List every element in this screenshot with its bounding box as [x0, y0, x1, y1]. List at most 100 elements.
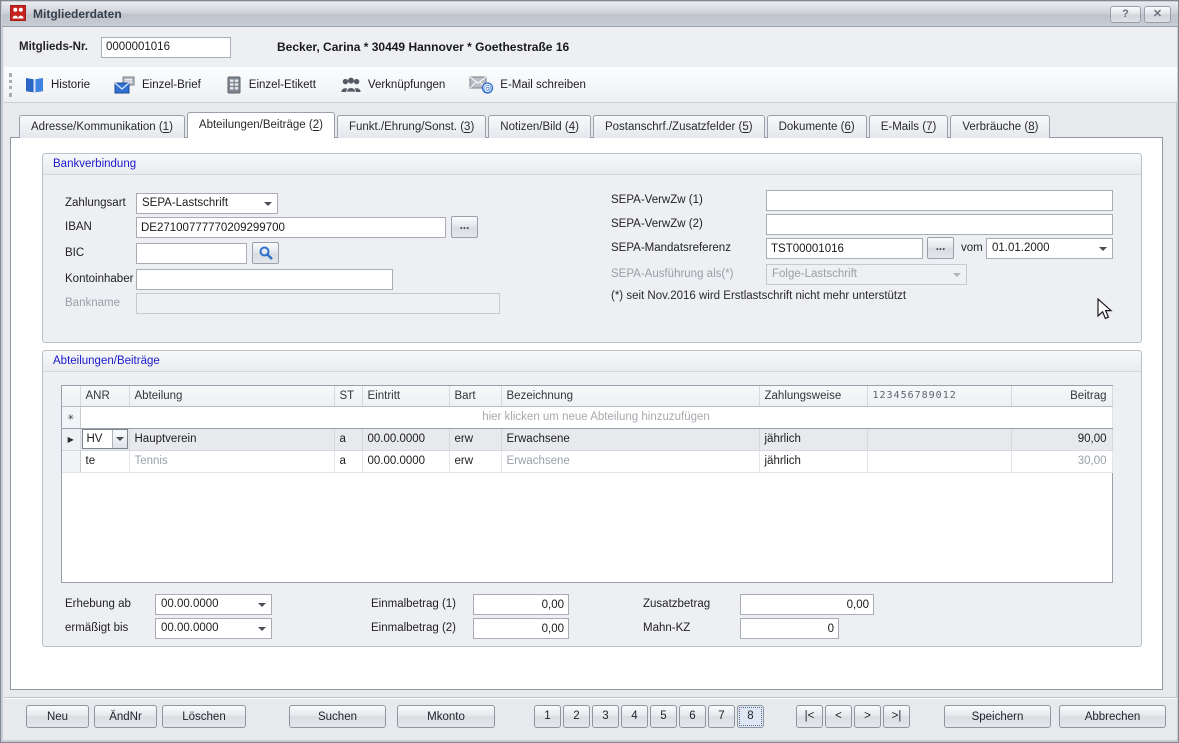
- tab-page-abteilungen-beitraege: Bankverbindung Zahlungsart SEPA-Lastschr…: [10, 137, 1163, 690]
- cell-bart: erw: [449, 428, 501, 450]
- einzel-etikett-button[interactable]: Einzel-Etikett: [225, 75, 316, 94]
- nav-last-button[interactable]: >|: [883, 705, 910, 728]
- einmalbetrag1-input[interactable]: [473, 594, 569, 615]
- bic-search-button[interactable]: [252, 242, 279, 264]
- mkonto-button[interactable]: Mkonto: [397, 705, 495, 728]
- column-header-abteilung[interactable]: Abteilung: [129, 386, 334, 406]
- zahlungsart-select[interactable]: SEPA-Lastschrift: [136, 193, 278, 214]
- page-7-button[interactable]: 7: [708, 705, 735, 728]
- tab-funkt-ehrung-sonst[interactable]: Funkt./Ehrung/Sonst. (3): [337, 115, 486, 138]
- column-header-eintritt[interactable]: Eintritt: [362, 386, 449, 406]
- chevron-down-icon: [264, 202, 272, 206]
- iban-browse-button[interactable]: ...: [451, 216, 478, 238]
- neu-button[interactable]: Neu: [26, 705, 89, 728]
- cell-st: a: [334, 428, 362, 450]
- page-1-button[interactable]: 1: [534, 705, 561, 728]
- email-schreiben-button[interactable]: @ E-Mail schreiben: [469, 75, 586, 94]
- nav-prev-button[interactable]: <: [825, 705, 852, 728]
- erhebung-ab-select[interactable]: 00.00.0000: [155, 594, 272, 615]
- abteilungen-table: ANR Abteilung ST Eintritt Bart Bezeichnu…: [61, 385, 1113, 583]
- column-header-monate[interactable]: 123456789012: [867, 386, 1011, 406]
- cell-eintritt: 00.00.0000: [362, 428, 449, 450]
- mandat-vom-date-select[interactable]: 01.01.2000: [986, 238, 1113, 259]
- toolbar-item-label: Historie: [51, 79, 90, 91]
- page-2-button[interactable]: 2: [563, 705, 590, 728]
- sepa-ausfuehrung-select: Folge-Lastschrift: [766, 264, 967, 285]
- titlebar[interactable]: Mitgliederdaten ? ✕: [2, 2, 1179, 27]
- column-header-anr[interactable]: ANR: [80, 386, 129, 406]
- vom-label: vom: [961, 238, 983, 258]
- verknuepfungen-button[interactable]: Verknüpfungen: [340, 75, 445, 94]
- tab-emails[interactable]: E-Mails (7): [869, 115, 949, 138]
- row-selector-header: [62, 386, 80, 406]
- anr-cell-select[interactable]: HV: [82, 429, 128, 449]
- zusatzbetrag-input[interactable]: [740, 594, 874, 615]
- tab-adresse-kommunikation[interactable]: Adresse/Kommunikation (1): [19, 115, 185, 138]
- loeschen-button[interactable]: Löschen: [162, 705, 246, 728]
- sepa-note: (*) seit Nov.2016 wird Erstlastschrift n…: [611, 290, 906, 302]
- chevron-down-icon: [258, 627, 266, 631]
- toolbar-grip[interactable]: [9, 73, 12, 97]
- iban-input[interactable]: [136, 217, 446, 238]
- tab-verbraeuche[interactable]: Verbräuche (8): [950, 115, 1050, 138]
- chevron-down-icon: [953, 273, 961, 277]
- new-row[interactable]: ✳ hier klicken um neue Abteilung hinzuzu…: [62, 406, 1112, 428]
- einmalbetrag2-input[interactable]: [473, 618, 569, 639]
- historie-button[interactable]: Historie: [24, 75, 90, 94]
- abteilungen-group-title: Abteilungen/Beiträge: [43, 351, 1141, 372]
- column-header-bezeichnung[interactable]: Bezeichnung: [501, 386, 759, 406]
- einzel-brief-button[interactable]: Einzel-Brief: [114, 75, 201, 94]
- chevron-down-icon: [1099, 247, 1107, 251]
- new-row-icon: ✳: [67, 413, 74, 422]
- suchen-button[interactable]: Suchen: [289, 705, 386, 728]
- sepa-mandatsreferenz-input[interactable]: [766, 238, 923, 259]
- aendnr-button[interactable]: ÄndNr: [94, 705, 157, 728]
- tab-abteilungen-beitraege[interactable]: Abteilungen/Beiträge (2): [187, 112, 335, 138]
- member-no-label: Mitglieds-Nr.: [19, 41, 88, 53]
- help-button[interactable]: ?: [1110, 6, 1141, 23]
- ermaessigt-bis-select[interactable]: 00.00.0000: [155, 618, 272, 639]
- cell-monate: [867, 428, 1011, 450]
- member-no-input[interactable]: [101, 37, 231, 58]
- bankverbindung-group: Bankverbindung Zahlungsart SEPA-Lastschr…: [42, 153, 1142, 343]
- nav-next-button[interactable]: >: [854, 705, 881, 728]
- tab-dokumente[interactable]: Dokumente (6): [767, 115, 867, 138]
- ermaessigt-bis-label: ermäßigt bis: [65, 618, 128, 638]
- mandatsreferenz-browse-button[interactable]: ...: [927, 237, 954, 259]
- abteilungen-beitraege-group: Abteilungen/Beiträge ANR Abteilung ST Ei…: [42, 350, 1142, 647]
- tab-postanschrf-zusatzfelder[interactable]: Postanschrf./Zusatzfelder (5): [593, 115, 765, 138]
- tab-notizen-bild[interactable]: Notizen/Bild (4): [488, 115, 591, 138]
- abbrechen-button[interactable]: Abbrechen: [1059, 705, 1166, 728]
- cell-eintritt: 00.00.0000: [362, 450, 449, 472]
- single-letter-icon: [114, 76, 136, 94]
- page-4-button[interactable]: 4: [621, 705, 648, 728]
- page-5-button[interactable]: 5: [650, 705, 677, 728]
- page-6-button[interactable]: 6: [679, 705, 706, 728]
- chevron-down-icon[interactable]: [112, 430, 127, 448]
- bankname-label: Bankname: [65, 293, 120, 313]
- cell-beitrag: 30,00: [1011, 450, 1112, 472]
- column-header-bart[interactable]: Bart: [449, 386, 501, 406]
- nav-first-button[interactable]: |<: [796, 705, 823, 728]
- close-button[interactable]: ✕: [1144, 6, 1171, 23]
- cell-st: a: [334, 450, 362, 472]
- bic-input[interactable]: [136, 243, 247, 264]
- column-header-beitrag[interactable]: Beitrag: [1011, 386, 1112, 406]
- kontoinhaber-label: Kontoinhaber: [65, 269, 133, 289]
- table-row[interactable]: te Tennis a 00.00.0000 erw Erwachsene jä…: [62, 450, 1112, 472]
- bic-label: BIC: [65, 243, 84, 263]
- column-header-st[interactable]: ST: [334, 386, 362, 406]
- mahn-kz-input[interactable]: [740, 618, 839, 639]
- page-8-button[interactable]: 8: [737, 705, 764, 728]
- member-summary: Becker, Carina * 30449 Hannover * Goethe…: [277, 40, 569, 54]
- page-3-button[interactable]: 3: [592, 705, 619, 728]
- sepa-verwzw1-input[interactable]: [766, 190, 1113, 211]
- toolbar-item-label: Einzel-Brief: [142, 79, 201, 91]
- table-row[interactable]: ▶ HV Hauptverein a 00.00.0000 erw Erwach…: [62, 428, 1112, 450]
- sepa-verwzw2-input[interactable]: [766, 214, 1113, 235]
- column-header-zahlungsweise[interactable]: Zahlungsweise: [759, 386, 867, 406]
- cell-bezeichnung: Erwachsene: [501, 428, 759, 450]
- kontoinhaber-input[interactable]: [136, 269, 393, 290]
- speichern-button[interactable]: Speichern: [944, 705, 1051, 728]
- bankname-input: [136, 293, 500, 314]
